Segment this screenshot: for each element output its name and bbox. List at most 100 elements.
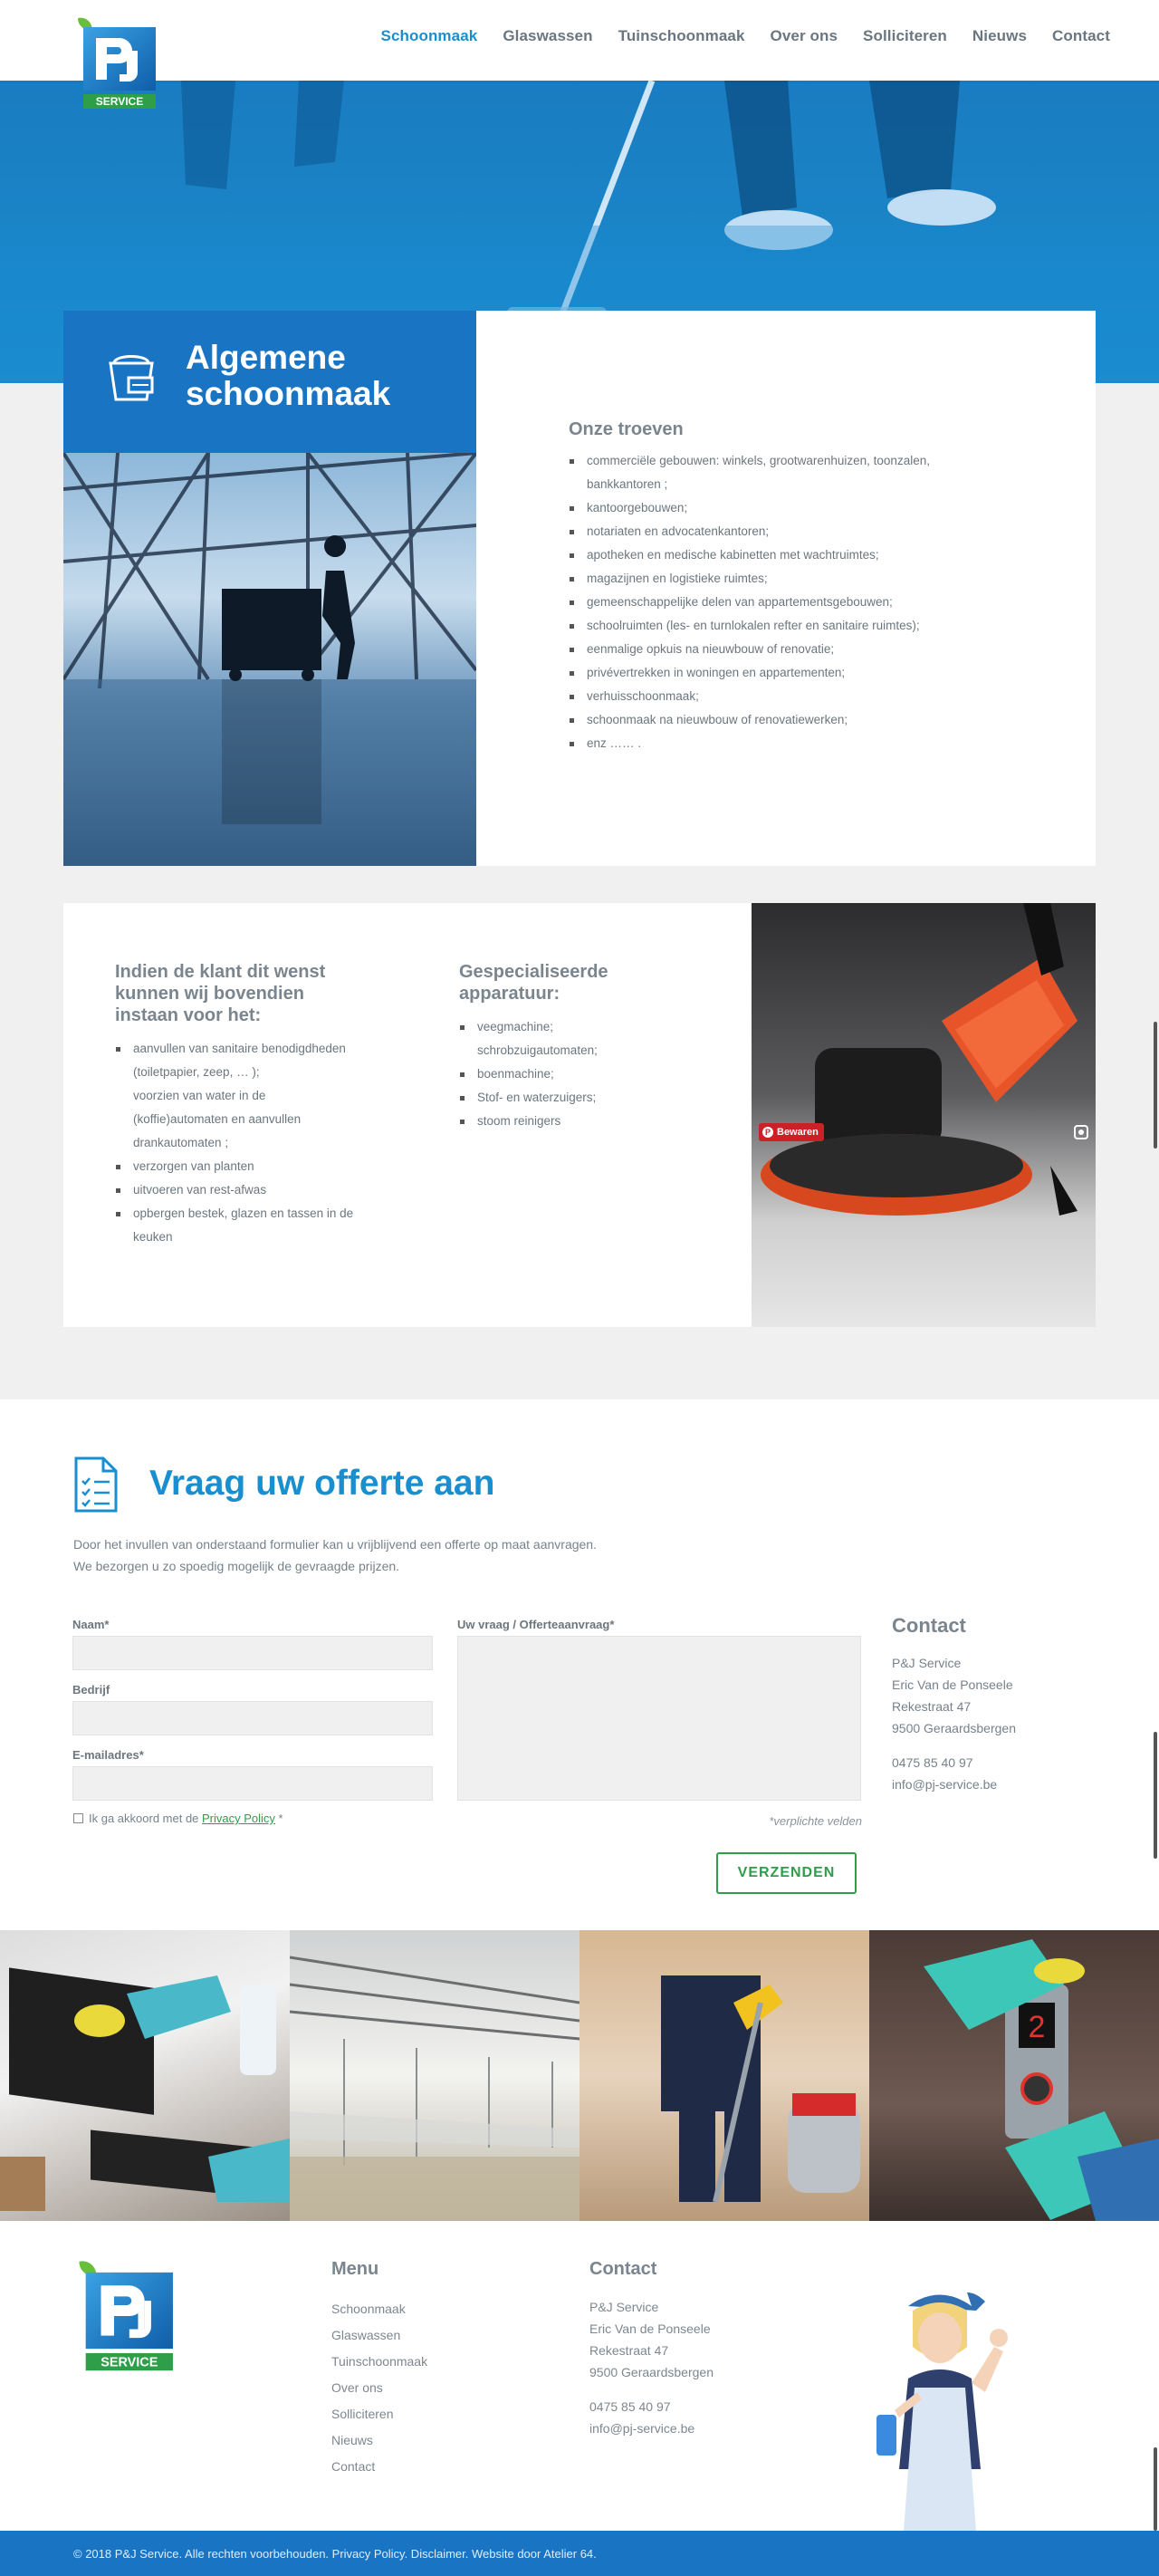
gallery-photo-elevator-button[interactable]: 2 [869,1930,1159,2221]
bucket-icon [109,355,154,401]
nav-solliciteren[interactable]: Solliciteren [863,27,947,45]
footer-email[interactable]: info@pj-service.be [589,2417,789,2439]
list-item: kantoorgebouwen; [569,496,1039,520]
required-note: *verplichte velden [769,1814,862,1828]
footer-link-contact[interactable]: Contact [331,2454,512,2480]
troeven-heading: Onze troeven [569,419,684,439]
footer-link-schoonmaak[interactable]: Schoonmaak [331,2296,512,2322]
list-item: verhuisschoonmaak; [569,685,1039,708]
list-item: apotheken en medische kabinetten met wac… [569,543,1039,567]
floor-machine-photo: P Bewaren [752,903,1096,1327]
list-item: uitvoeren van rest-afwas [115,1178,359,1202]
extra-services-heading: Indien de klant dit wenst kunnen wij bov… [115,962,326,1025]
footer-contact-heading: Contact [589,2259,657,2279]
list-item: notariaten en advocatenkantoren; [569,520,1039,543]
list-item: stoom reinigers [459,1110,667,1133]
list-item: enz …… . [569,732,1039,755]
nav-contact[interactable]: Contact [1052,27,1110,45]
privacy-consent: Ik ga akkoord met de Privacy Policy * [73,1812,283,1825]
cleaner-photo [63,453,476,866]
equipment-col: Gespecialiseerde apparatuur: veegmachine… [459,961,667,1133]
email-label: E-mailadres* [72,1748,144,1762]
footer-phone[interactable]: 0475 85 40 97 [589,2396,789,2417]
footer-logo[interactable]: SERVICE [72,2257,177,2375]
contact-heading: Contact [892,1614,966,1637]
footer-link-nieuws[interactable]: Nieuws [331,2427,512,2454]
name-field[interactable] [72,1636,433,1670]
title-line-2: schoonmaak [186,375,391,412]
scrollbar-thumb[interactable] [1154,1022,1157,1149]
question-label: Uw vraag / Offerteaanvraag* [457,1618,615,1631]
list-item: schoolruimten (les- en turnlokalen refte… [569,614,1039,638]
list-item: magazijnen en logistieke ruimtes; [569,567,1039,591]
email-field[interactable] [72,1766,433,1801]
footer-link-over-ons[interactable]: Over ons [331,2375,512,2401]
privacy-policy-link[interactable]: Privacy Policy [202,1812,275,1825]
extra-services-list: aanvullen van sanitaire benodigdheden (t… [115,1037,359,1249]
list-item: veegmachine; [459,1015,667,1039]
contact-block: Contact P&J Service Eric Van de Ponseele… [892,1614,1073,1795]
footer-link-tuinschoonmaak[interactable]: Tuinschoonmaak [331,2349,512,2375]
nav-schoonmaak[interactable]: Schoonmaak [381,27,478,45]
privacy-checkbox[interactable] [73,1813,83,1823]
photo-gallery: 2 [0,1930,1159,2221]
troeven-list: commerciële gebouwen: winkels, grootware… [569,449,1039,755]
list-item: opbergen bestek, glazen en tassen in de … [115,1202,359,1249]
site-logo[interactable]: SERVICE [72,14,159,112]
list-item: Stof- en waterzuigers; [459,1086,667,1110]
scrollbar-thumb[interactable] [1154,2447,1157,2531]
equipment-heading: Gespecialiseerde apparatuur: [459,962,608,1004]
offer-intro-line-1: Door het invullen van onderstaand formul… [73,1537,597,1552]
list-item: privévertrekken in woningen en apparteme… [569,661,1039,685]
footer-city: 9500 Geraardsbergen [589,2365,714,2379]
privacy-text: Ik ga akkoord met de [89,1812,203,1825]
footer-logo-text: SERVICE [101,2355,158,2369]
pinterest-icon: P [762,1127,773,1138]
list-item: voorzien van water in de (koffie)automat… [133,1089,302,1149]
list-item: aanvullen van sanitaire benodigdheden (t… [115,1037,359,1084]
scrollbar-thumb[interactable] [1154,1732,1157,1859]
main-nav: Schoonmaak Glaswassen Tuinschoonmaak Ove… [381,27,1111,45]
extra-services-col: Indien de klant dit wenst kunnen wij bov… [115,961,359,1249]
list-item: boenmachine; [459,1062,667,1086]
company-field[interactable] [72,1701,433,1735]
offer-intro-line-2: We bezorgen u zo spoedig mogelijk de gev… [73,1559,400,1573]
nav-nieuws[interactable]: Nieuws [972,27,1027,45]
list-item: bankkantoren ; [587,477,668,491]
footer-link-glaswassen[interactable]: Glaswassen [331,2322,512,2349]
nav-tuinschoonmaak[interactable]: Tuinschoonmaak [618,27,745,45]
contact-street: Rekestraat 47 [892,1699,972,1714]
title-line-1: Algemene [186,339,346,376]
contact-city: 9500 Geraardsbergen [892,1721,1016,1735]
pinterest-save-button[interactable]: P Bewaren [759,1123,824,1141]
nav-glaswassen[interactable]: Glaswassen [503,27,592,45]
contact-person: Eric Van de Ponseele [892,1677,1013,1692]
nav-over-ons[interactable]: Over ons [771,27,838,45]
footer-menu-heading: Menu [331,2259,379,2279]
contact-phone[interactable]: 0475 85 40 97 [892,1752,1073,1773]
footer-bar: © 2018 P&J Service. Alle rechten voorbeh… [0,2531,1159,2576]
lens-icon[interactable] [1073,1124,1089,1140]
question-textarea[interactable] [457,1636,861,1801]
gallery-photo-vacuum[interactable] [580,1930,869,2221]
section-title: Algemene schoonmaak [186,340,390,412]
gallery-photo-hallway[interactable] [290,1930,580,2221]
site-header: SERVICE Schoonmaak Glaswassen Tuinschoon… [0,0,1159,109]
list-item: verzorgen van planten [115,1155,359,1178]
footer-menu: Menu Schoonmaak Glaswassen Tuinschoonmaa… [331,2259,512,2480]
privacy-required-mark: * [274,1812,283,1825]
pinterest-save-label: Bewaren [777,1127,819,1138]
svg-text:2: 2 [1029,2010,1046,2044]
footer-street: Rekestraat 47 [589,2343,669,2358]
footer-person: Eric Van de Ponseele [589,2321,711,2336]
list-item: commerciële gebouwen: winkels, grootware… [569,449,1039,473]
submit-button[interactable]: VERZENDEN [716,1852,857,1894]
footer-link-solliciteren[interactable]: Solliciteren [331,2401,512,2427]
list-item: gemeenschappelijke delen van appartement… [569,591,1039,614]
list-item: schoonmaak na nieuwbouw of renovatiewerk… [569,708,1039,732]
contact-email[interactable]: info@pj-service.be [892,1773,1073,1795]
list-item: schrobzuigautomaten; [477,1043,598,1057]
footer-company: P&J Service [589,2300,659,2314]
name-label: Naam* [72,1618,110,1631]
gallery-photo-computer-cleaning[interactable] [0,1930,290,2221]
